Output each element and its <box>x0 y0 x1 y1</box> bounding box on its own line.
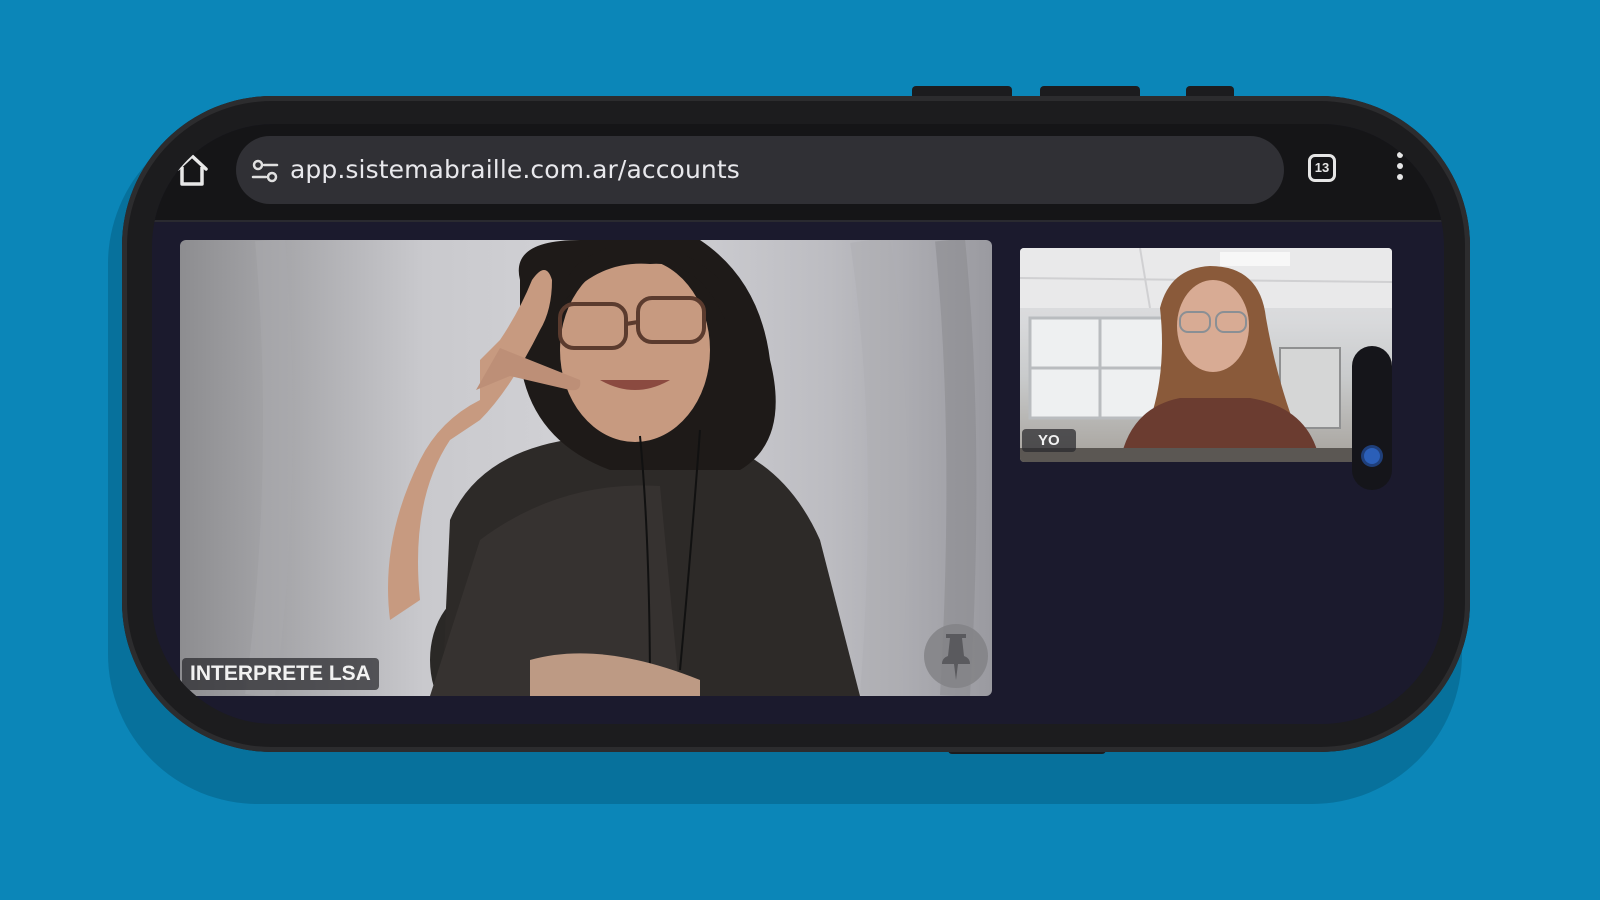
tabs-icon[interactable]: 13 <box>1308 154 1336 182</box>
url-text[interactable]: app.sistemabraille.com.ar/accounts <box>290 155 740 184</box>
interpreter-video <box>245 240 977 696</box>
pin-button[interactable] <box>924 624 988 688</box>
phone-screen: app.sistemabraille.com.ar/accounts 13 IN… <box>152 124 1444 724</box>
participant-name-label: INTERPRETE LSA <box>182 658 379 690</box>
address-bar[interactable]: app.sistemabraille.com.ar/accounts <box>236 136 1284 204</box>
interpreter-video-tile[interactable]: INTERPRETE LSA <box>180 240 992 696</box>
phone-frame: app.sistemabraille.com.ar/accounts 13 IN… <box>122 96 1470 752</box>
browser-toolbar: app.sistemabraille.com.ar/accounts 13 <box>152 124 1444 222</box>
home-icon[interactable] <box>172 150 212 190</box>
pin-icon <box>942 634 970 680</box>
floating-toolbar-handle[interactable] <box>1352 346 1392 490</box>
stage: app.sistemabraille.com.ar/accounts 13 IN… <box>0 0 1600 900</box>
self-video <box>1020 248 1392 462</box>
self-name-label: YO <box>1022 429 1076 452</box>
status-dot <box>1364 448 1380 464</box>
self-video-tile[interactable]: YO <box>1020 248 1392 462</box>
tune-icon[interactable] <box>250 156 280 186</box>
more-vert-icon[interactable] <box>1394 152 1406 186</box>
